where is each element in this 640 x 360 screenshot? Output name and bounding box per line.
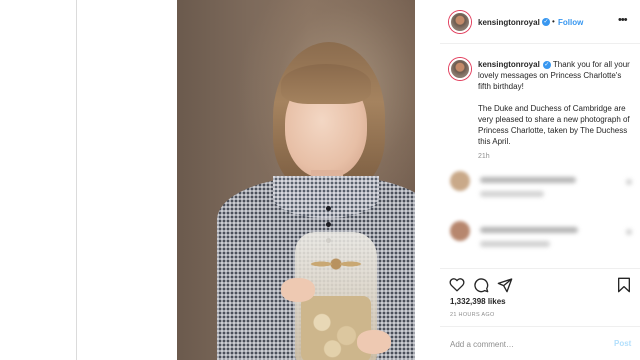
comment-input[interactable] xyxy=(450,337,600,351)
header-separator: • xyxy=(552,17,555,26)
caption-avatar[interactable] xyxy=(449,58,471,80)
caption-text: kensingtonroyal ✓ Thank you for all your … xyxy=(478,59,630,158)
caption-paragraph-2: The Duke and Duchess of Cambridge are ve… xyxy=(478,104,630,146)
verified-badge-icon: ✓ xyxy=(542,60,551,69)
action-bar xyxy=(440,268,640,300)
author-avatar[interactable] xyxy=(449,11,471,33)
blurred-text xyxy=(480,227,578,233)
blurred-text xyxy=(480,241,550,247)
post-side-panel: kensingtonroyal ✓ • Follow ••• kensingto… xyxy=(440,0,640,360)
photo-fringe xyxy=(281,64,371,104)
blurred-comment xyxy=(450,221,632,259)
blurred-comment xyxy=(450,171,632,211)
paper-plane-icon[interactable] xyxy=(497,277,513,293)
photo-hand xyxy=(357,330,391,354)
comments-section[interactable]: kensingtonroyal ✓ Thank you for all your … xyxy=(440,45,640,259)
blurred-like xyxy=(626,229,632,235)
verified-badge-icon: ✓ xyxy=(542,18,550,26)
more-options-icon[interactable]: ••• xyxy=(618,14,628,26)
add-comment-bar: Post xyxy=(440,326,640,360)
post-header: kensingtonroyal ✓ • Follow ••• xyxy=(440,0,640,44)
blurred-text xyxy=(480,177,576,183)
heart-icon[interactable] xyxy=(449,277,465,292)
photo-dress-button xyxy=(326,206,331,211)
blurred-text xyxy=(480,191,544,197)
photo-hand xyxy=(281,278,315,302)
caption-username[interactable]: kensingtonroyal xyxy=(478,60,540,69)
blurred-like xyxy=(626,179,632,185)
bookmark-icon[interactable] xyxy=(617,277,631,293)
blurred-avatar xyxy=(450,221,470,241)
blurred-avatar xyxy=(450,171,470,191)
photo-dress-button xyxy=(326,222,331,227)
photo-ribbon-bow xyxy=(307,254,365,274)
like-count[interactable]: 1,332,398 likes xyxy=(450,297,506,306)
caption-timestamp: 21h xyxy=(478,153,490,160)
author-username[interactable]: kensingtonroyal xyxy=(478,18,540,27)
post-timestamp[interactable]: 21 HOURS AGO xyxy=(450,312,495,318)
post-photo[interactable] xyxy=(177,0,415,360)
post-comment-button[interactable]: Post xyxy=(614,339,631,348)
photo-collar xyxy=(273,176,379,218)
speech-bubble-icon[interactable] xyxy=(473,277,489,293)
follow-button[interactable]: Follow xyxy=(558,18,583,27)
instagram-post: kensingtonroyal ✓ • Follow ••• kensingto… xyxy=(76,0,640,360)
